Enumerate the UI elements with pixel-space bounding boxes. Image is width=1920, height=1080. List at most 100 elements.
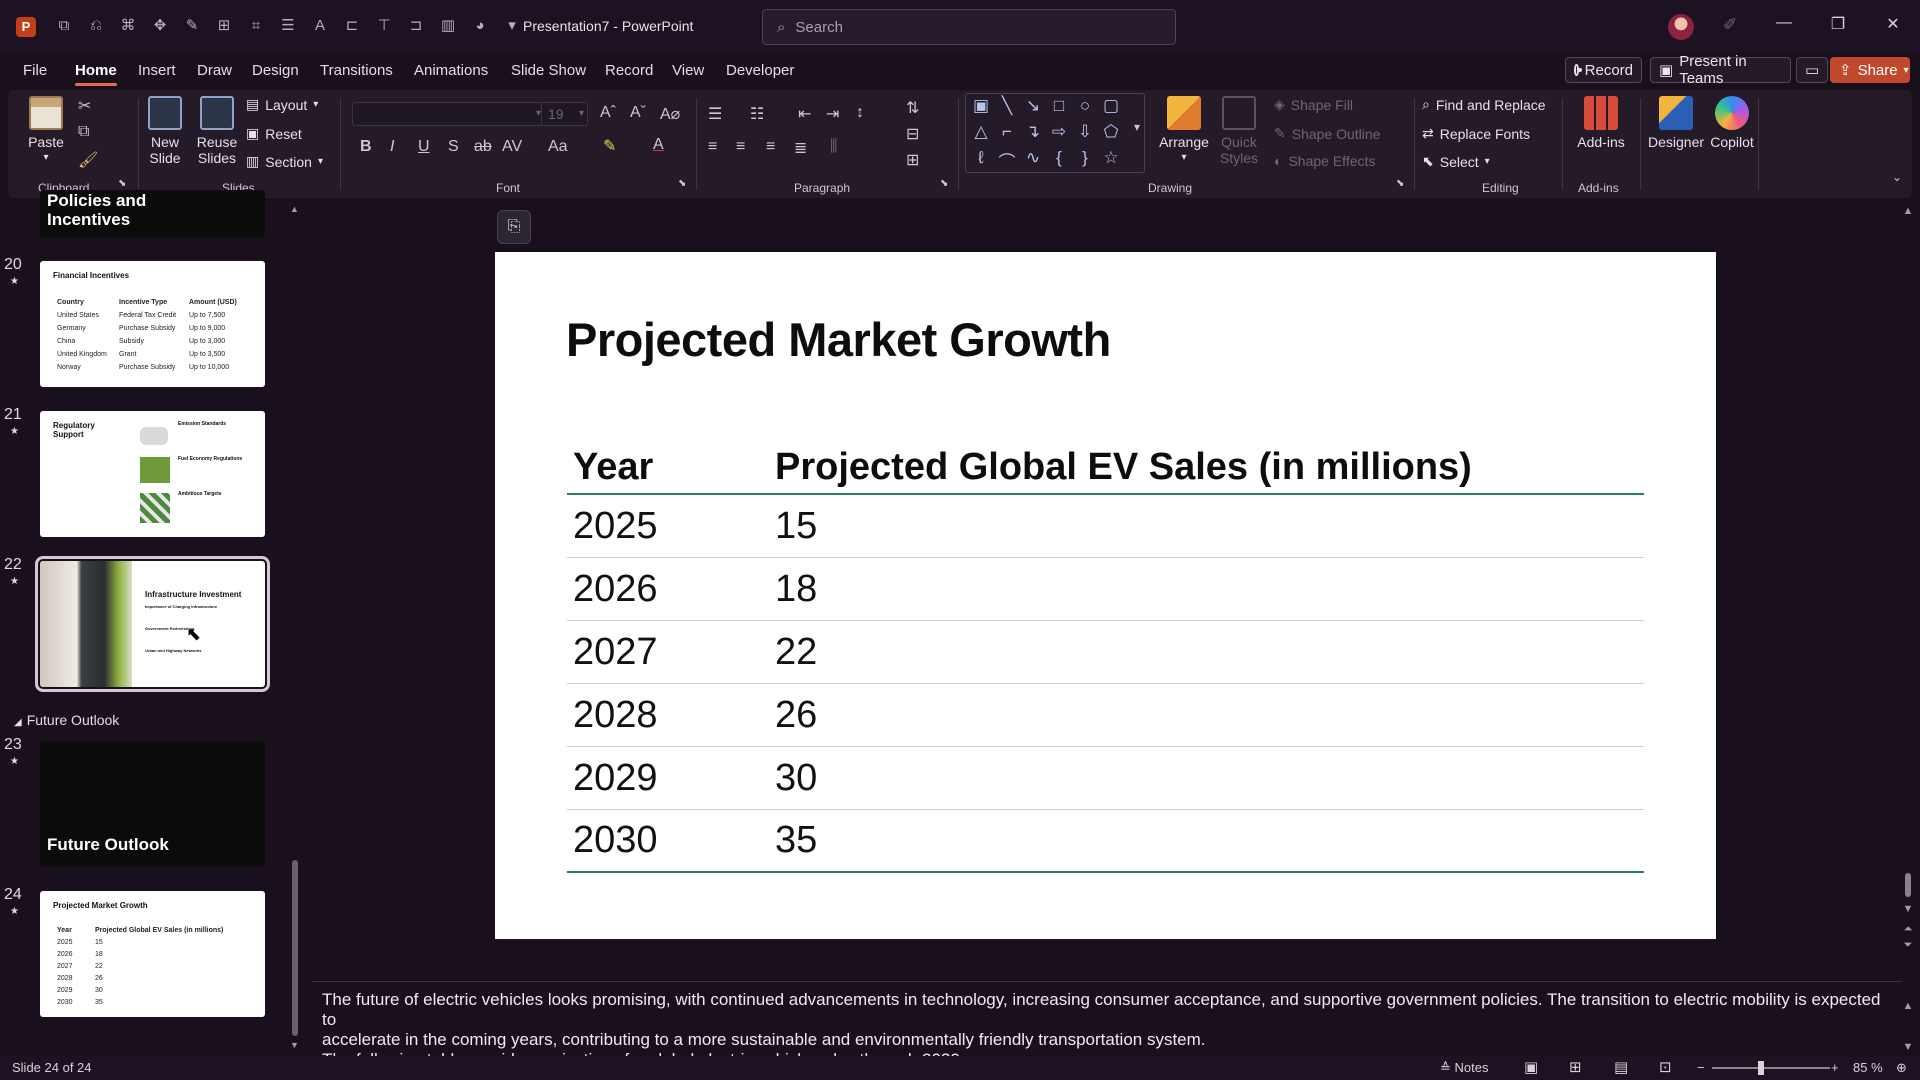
down-arrow-shape-icon[interactable]: ⇩: [1074, 122, 1096, 142]
more-shapes-icon[interactable]: ▾: [1126, 120, 1148, 134]
paste-button[interactable]: Paste ▾: [24, 96, 68, 166]
left-brace-shape-icon[interactable]: {: [1048, 148, 1070, 168]
reset-button[interactable]: ▣ Reset: [246, 125, 302, 142]
align-center-icon[interactable]: ≡: [736, 138, 745, 156]
star-shape-icon[interactable]: ☆: [1100, 148, 1122, 168]
crop-icon[interactable]: ⌗: [244, 14, 268, 38]
reading-view-icon[interactable]: ▤: [1614, 1058, 1628, 1076]
comments-button[interactable]: ▭: [1796, 57, 1828, 83]
zoom-level[interactable]: 85 %: [1853, 1060, 1883, 1075]
quick-styles-button[interactable]: Quick Styles: [1216, 96, 1262, 166]
scrollbar-thumb[interactable]: [1905, 873, 1911, 897]
share-button[interactable]: ⇪ Share ▾: [1830, 57, 1910, 83]
slide-thumbnail-20[interactable]: Financial Incentives Country Incentive Ty…: [40, 261, 265, 387]
right-arrow-shape-icon[interactable]: ⇨: [1048, 122, 1070, 142]
tab-slide-show[interactable]: Slide Show: [511, 62, 586, 79]
tab-view[interactable]: View: [672, 62, 704, 79]
search-input[interactable]: ⌕ Search: [762, 9, 1176, 45]
cut-icon[interactable]: ✂: [78, 96, 91, 116]
tab-draw[interactable]: Draw: [197, 62, 232, 79]
minimize-icon[interactable]: —: [1769, 14, 1799, 32]
increase-font-icon[interactable]: Aˆ: [600, 104, 616, 122]
customize-icon[interactable]: ▾: [500, 14, 524, 38]
highlight-icon[interactable]: ✎: [603, 136, 616, 156]
scroll-down-icon[interactable]: ▼: [290, 1040, 299, 1050]
bring-forward-icon[interactable]: ⊐: [404, 14, 428, 38]
add-ins-button[interactable]: Add-ins: [1568, 96, 1634, 150]
zoom-slider-thumb[interactable]: [1758, 1061, 1764, 1075]
align-left-icon[interactable]: ≡: [708, 138, 717, 156]
copilot-button[interactable]: Copilot: [1702, 96, 1762, 150]
table-icon[interactable]: ⊞: [212, 14, 236, 38]
record-button[interactable]: Record: [1565, 57, 1642, 83]
dialog-launcher-icon[interactable]: ⬊: [1396, 178, 1404, 189]
speaker-notes[interactable]: The future of electric vehicles looks pr…: [312, 981, 1902, 1069]
elbow-arrow-shape-icon[interactable]: ↴: [1022, 122, 1044, 142]
strikethrough-button[interactable]: ab: [474, 138, 492, 156]
line-spacing-icon[interactable]: ↕: [856, 104, 864, 122]
justify-icon[interactable]: ≣: [794, 138, 807, 158]
slide-canvas[interactable]: Projected Market Growth Year Projected G…: [495, 252, 1716, 939]
designer-button[interactable]: Designer: [1642, 96, 1710, 150]
undo-icon[interactable]: ⎌: [84, 14, 108, 38]
slide-thumbnail-22[interactable]: Infrastructure Investment Importance of …: [35, 556, 270, 692]
previous-slide-icon[interactable]: ⏶: [1902, 923, 1914, 936]
redo-icon[interactable]: ⌘: [116, 14, 140, 38]
section-header-future-outlook[interactable]: ◢ Future Outlook: [14, 712, 119, 728]
slide-thumbnail-19[interactable]: Policies and Incentives: [40, 190, 265, 237]
collapse-ribbon-icon[interactable]: ⌄: [1892, 170, 1902, 184]
shape-fill-button[interactable]: ◈ Shape Fill: [1274, 96, 1353, 113]
new-slide-button[interactable]: New Slide: [142, 96, 188, 166]
scroll-down-icon[interactable]: ▼: [1902, 903, 1914, 915]
underline-button[interactable]: U: [418, 138, 430, 156]
close-icon[interactable]: ✕: [1878, 14, 1908, 34]
shape-effects-button[interactable]: ◐ Shape Effects: [1274, 153, 1375, 169]
tab-record[interactable]: Record: [605, 62, 653, 79]
arrow-line-shape-icon[interactable]: ↘: [1022, 96, 1044, 116]
font-color-icon[interactable]: A: [653, 136, 664, 154]
reuse-slides-button[interactable]: Reuse Slides: [194, 96, 240, 166]
clear-formatting-icon[interactable]: A⌀: [660, 104, 680, 124]
fit-to-window-icon[interactable]: ⊕: [1896, 1060, 1907, 1076]
avatar[interactable]: [1668, 14, 1694, 40]
slide-show-icon[interactable]: ⊡: [1659, 1058, 1672, 1076]
tab-home[interactable]: Home: [75, 62, 117, 86]
section-button[interactable]: ▥ Section ▾: [246, 153, 323, 170]
find-and-replace-button[interactable]: ⌕ Find and Replace: [1422, 96, 1546, 113]
align-left-icon[interactable]: ⊏: [340, 14, 364, 38]
numbering-icon[interactable]: ☷: [750, 104, 764, 124]
notes-scroll-down-icon[interactable]: ▼: [1902, 1041, 1914, 1053]
layout-button[interactable]: ▤ Layout ▾: [246, 96, 318, 113]
dialog-launcher-icon[interactable]: ⬊: [678, 178, 686, 189]
align-right-icon[interactable]: ≡: [766, 138, 775, 156]
font-name-field[interactable]: ▾: [352, 102, 546, 126]
text-direction-icon[interactable]: ⇅: [906, 98, 919, 118]
select-button[interactable]: ⬉ Select ▾: [1422, 153, 1490, 170]
slide-thumbnail-23[interactable]: Future Outlook: [40, 741, 265, 867]
text-shadow-button[interactable]: S: [448, 138, 459, 156]
rounded-rectangle-shape-icon[interactable]: ▢: [1100, 96, 1122, 116]
autosave-icon[interactable]: ⧉: [52, 14, 76, 38]
align-text-icon[interactable]: ⊟: [906, 124, 919, 144]
notes-scroll-up-icon[interactable]: ▲: [1902, 1000, 1914, 1012]
italic-button[interactable]: I: [390, 138, 394, 156]
shape-icon[interactable]: ◕: [468, 14, 492, 38]
next-slide-icon[interactable]: ⏷: [1902, 939, 1914, 952]
replace-fonts-button[interactable]: ⇄ Replace Fonts: [1422, 125, 1530, 142]
restore-icon[interactable]: ❐: [1823, 14, 1853, 34]
dialog-launcher-icon[interactable]: ⬊: [940, 178, 948, 189]
character-spacing-button[interactable]: AV: [502, 138, 522, 156]
tab-transitions[interactable]: Transitions: [320, 62, 393, 79]
line-shape-icon[interactable]: ╲: [996, 96, 1018, 116]
scroll-up-icon[interactable]: ▲: [290, 204, 299, 214]
projection-table[interactable]: Year Projected Global EV Sales (in milli…: [567, 442, 1644, 873]
font-size-field[interactable]: 19 ▾: [541, 102, 588, 126]
copy-icon[interactable]: ⧉: [78, 123, 89, 141]
slide-thumbnail-21[interactable]: Regulatory Support Emission Standards Fu…: [40, 411, 265, 537]
present-in-teams-button[interactable]: ▣ Present in Teams: [1650, 53, 1791, 87]
decrease-indent-icon[interactable]: ⇤: [798, 104, 811, 124]
rectangle-shape-icon[interactable]: □: [1048, 96, 1070, 116]
slide-sorter-icon[interactable]: ⊞: [1569, 1058, 1582, 1076]
dialog-launcher-icon[interactable]: ⬊: [118, 178, 126, 189]
increase-indent-icon[interactable]: ⇥: [826, 104, 839, 124]
